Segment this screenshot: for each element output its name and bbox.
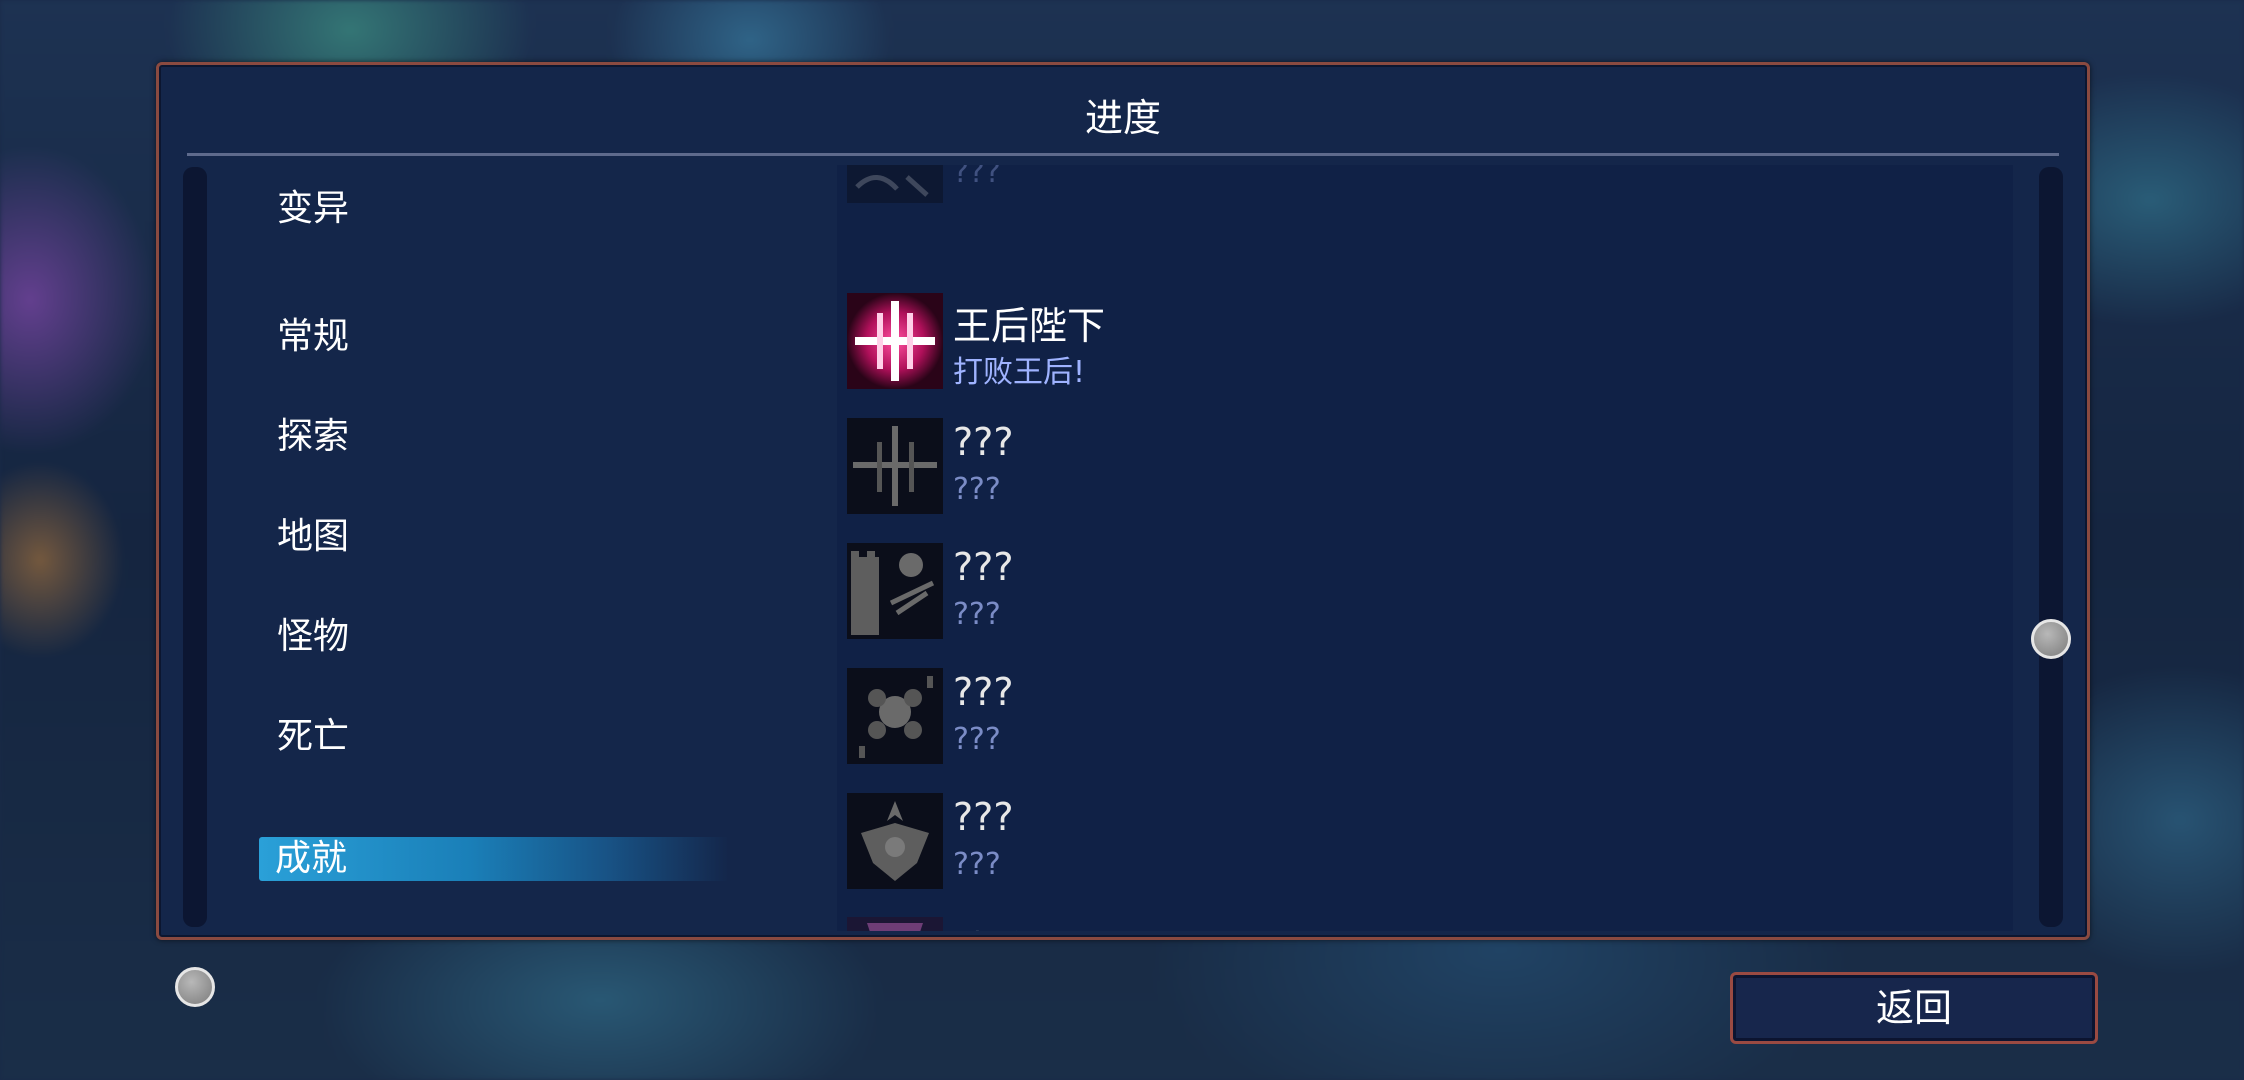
category-exploration[interactable]: 探索: [277, 407, 349, 459]
category-map[interactable]: 地图: [277, 507, 349, 559]
achievement-title: ???: [953, 670, 1014, 714]
achievement-item[interactable]: ??? ???: [847, 418, 1947, 518]
achievement-scrollbar[interactable]: [2031, 167, 2071, 927]
achievement-title: ???: [953, 420, 1014, 464]
achievement-title: 王后陛下: [953, 304, 1106, 348]
category-monsters[interactable]: 怪物: [277, 607, 349, 659]
mask-icon: [847, 917, 943, 931]
achievement-title: 消防员: [953, 919, 1067, 931]
category-scroll-knob[interactable]: [175, 967, 215, 1007]
achievement-description: ???: [953, 722, 1001, 757]
achievement-scroll-knob[interactable]: [2031, 619, 2071, 659]
achievement-item[interactable]: ???: [847, 165, 1947, 207]
category-general[interactable]: 常规: [277, 307, 349, 359]
queen-sword-icon: [847, 293, 943, 389]
achievement-title: ???: [953, 165, 1001, 190]
achievement-item[interactable]: ??? ???: [847, 668, 1947, 768]
category-scrollbar[interactable]: [175, 167, 215, 1007]
achievement-item[interactable]: 王后陛下 打败王后!: [847, 293, 1947, 393]
panel-title: 进度: [1084, 96, 1161, 140]
category-mutations[interactable]: 变异: [277, 179, 349, 231]
achievement-description: 打败王后!: [953, 355, 1086, 390]
partial-icon: [847, 165, 943, 203]
achievement-description: ???: [953, 472, 1001, 507]
achievement-item[interactable]: 消防员: [847, 917, 1947, 931]
back-button[interactable]: 返回: [1730, 972, 2098, 1044]
achievement-description: ???: [953, 597, 1001, 632]
crest-icon: [847, 793, 943, 889]
achievement-title: ???: [953, 795, 1014, 839]
title-divider: [187, 153, 2059, 156]
achievement-item[interactable]: ??? ???: [847, 793, 1947, 893]
category-achievements[interactable]: 成就: [259, 837, 729, 881]
achievement-title: ???: [953, 545, 1014, 589]
tower-icon: [847, 543, 943, 639]
flower-icon: [847, 668, 943, 764]
achievement-list[interactable]: ??? 王后陛下 打败王后! ??? ??? ??? ??? ??? ??? ?…: [837, 165, 2013, 931]
achievement-item[interactable]: ??? ???: [847, 543, 1947, 643]
progress-panel: 进度 变异 常规 探索 地图 怪物 死亡 成就 ??? 王后陛下 打败王后! ?…: [156, 62, 2090, 1007]
category-deaths[interactable]: 死亡: [277, 707, 349, 759]
achievement-description: ???: [953, 847, 1001, 882]
sword-icon: [847, 418, 943, 514]
